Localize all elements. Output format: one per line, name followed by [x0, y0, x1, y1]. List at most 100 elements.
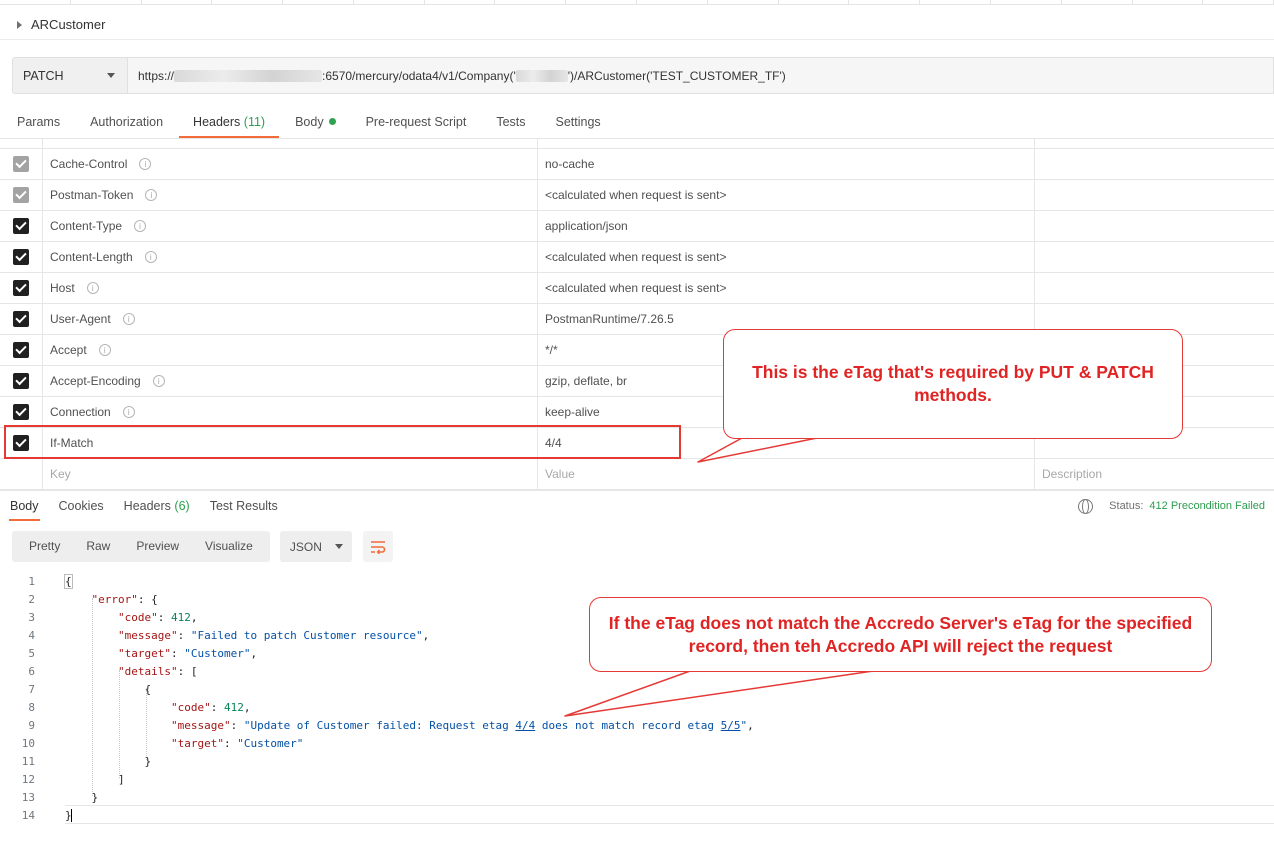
info-icon[interactable]: i — [86, 282, 99, 294]
text-cursor: ​ — [70, 808, 72, 822]
header-key[interactable]: Content-Type i — [43, 211, 538, 241]
header-key[interactable]: Content-Length i — [43, 242, 538, 272]
request-tab[interactable] — [353, 0, 425, 5]
header-checkbox[interactable] — [13, 156, 29, 172]
header-checkbox[interactable] — [13, 404, 29, 420]
header-value[interactable]: <calculated when request is sent> — [538, 180, 1035, 210]
tab-prerequest-script[interactable]: Pre-request Script — [366, 107, 467, 139]
request-tab[interactable] — [212, 0, 284, 5]
request-tab[interactable] — [495, 0, 567, 5]
request-tab[interactable] — [778, 0, 850, 5]
header-key[interactable]: Cache-Control i — [43, 149, 538, 179]
language-select[interactable]: JSON — [279, 531, 352, 562]
visualize-button[interactable]: Visualize — [192, 531, 266, 562]
header-key-text: Accept — [50, 343, 87, 357]
tab-settings[interactable]: Settings — [556, 107, 601, 139]
preview-button[interactable]: Preview — [123, 531, 192, 562]
tab-cookies[interactable]: Cookies — [59, 491, 104, 521]
request-tab[interactable] — [1132, 0, 1204, 5]
header-key[interactable]: Accept i — [43, 335, 538, 365]
request-title[interactable]: ARCustomer — [31, 17, 105, 32]
header-checkbox[interactable] — [13, 342, 29, 358]
json-number: 412 — [170, 610, 191, 624]
url-input[interactable]: https://:6570/mercury/odata4/v1/Company(… — [128, 57, 1274, 94]
request-title-bar: ARCustomer — [0, 10, 1274, 40]
wrap-lines-button[interactable] — [362, 531, 393, 562]
code-text: } — [144, 754, 152, 768]
header-value[interactable]: <calculated when request is sent> — [538, 273, 1035, 303]
tab-response-headers[interactable]: Headers (6) — [124, 491, 190, 521]
info-icon[interactable]: i — [139, 158, 152, 170]
request-tab[interactable] — [990, 0, 1062, 5]
info-icon[interactable]: i — [152, 375, 165, 387]
request-tab[interactable] — [1203, 0, 1274, 5]
status-label: Status: — [1109, 500, 1144, 512]
header-key[interactable]: Connection i — [43, 397, 538, 427]
tab-body[interactable]: Body — [295, 107, 336, 139]
header-key[interactable]: Accept-Encoding i — [43, 366, 538, 396]
new-description-input[interactable]: Description — [1035, 459, 1274, 489]
info-icon[interactable]: i — [145, 189, 158, 201]
code-text: { — [144, 682, 152, 696]
request-tab[interactable] — [0, 0, 71, 5]
request-tab[interactable] — [707, 0, 779, 5]
header-checkbox[interactable] — [13, 187, 29, 203]
tab-response-body[interactable]: Body — [9, 491, 39, 521]
etag-annotation: This is the eTag that's required by PUT … — [723, 329, 1183, 439]
request-tab[interactable] — [566, 0, 638, 5]
request-tab[interactable] — [920, 0, 991, 5]
table-row: Postman-Token i <calculated when request … — [0, 180, 1274, 211]
header-checkbox[interactable] — [13, 218, 29, 234]
request-tab[interactable] — [141, 0, 213, 5]
header-key[interactable]: Postman-Token i — [43, 180, 538, 210]
header-description[interactable] — [1035, 180, 1274, 210]
tab-test-results[interactable]: Test Results — [210, 491, 278, 521]
info-icon[interactable]: i — [98, 344, 111, 356]
table-row: Content-Type i application/json — [0, 211, 1274, 242]
header-checkbox[interactable] — [13, 249, 29, 265]
caret-right-icon[interactable] — [17, 20, 22, 29]
header-value[interactable]: application/json — [538, 211, 1035, 241]
header-checkbox[interactable] — [13, 280, 29, 296]
header-value[interactable]: no-cache — [538, 149, 1035, 179]
new-key-input[interactable]: Key — [43, 459, 538, 489]
header-checkbox[interactable] — [13, 373, 29, 389]
request-tab[interactable] — [849, 0, 921, 5]
json-string: "Failed to patch Customer resource" — [190, 628, 423, 642]
request-tab[interactable] — [70, 0, 142, 5]
json-key: "target" — [170, 736, 224, 750]
tab-tests[interactable]: Tests — [496, 107, 525, 139]
header-checkbox[interactable] — [13, 311, 29, 327]
header-description[interactable] — [1035, 273, 1274, 303]
tab-authorization[interactable]: Authorization — [90, 107, 163, 139]
url-middle: :6570/mercury/odata4/v1/Company(' — [322, 68, 516, 83]
request-tab[interactable] — [637, 0, 708, 5]
tab-response-headers-label: Headers — [123, 498, 171, 513]
info-icon[interactable]: i — [134, 220, 147, 232]
tab-params[interactable]: Params — [17, 107, 60, 139]
tab-headers[interactable]: Headers (11) — [179, 107, 280, 139]
request-tab[interactable] — [1061, 0, 1133, 5]
raw-button[interactable]: Raw — [73, 531, 123, 562]
info-icon[interactable]: i — [144, 251, 157, 263]
method-select[interactable]: PATCH — [12, 57, 128, 94]
header-description[interactable] — [1035, 211, 1274, 241]
header-key[interactable]: User-Agent i — [43, 304, 538, 334]
info-icon[interactable]: i — [122, 406, 135, 418]
header-key[interactable]: Host i — [43, 273, 538, 303]
status-code[interactable]: 412 Precondition Failed — [1149, 500, 1265, 512]
json-key: "target" — [117, 646, 171, 660]
request-tab[interactable] — [424, 0, 496, 5]
header-key-text: Cache-Control — [50, 157, 128, 171]
code-line: 10 "target": "Customer" — [0, 734, 1274, 752]
info-icon[interactable]: i — [122, 313, 135, 325]
header-description[interactable] — [1035, 149, 1274, 179]
language-label: JSON — [289, 539, 322, 554]
header-value[interactable]: <calculated when request is sent> — [538, 242, 1035, 272]
json-number: 412 — [223, 700, 244, 714]
pretty-button[interactable]: Pretty — [16, 531, 73, 562]
globe-icon[interactable] — [1078, 498, 1094, 514]
new-header-row: Key Value Description — [0, 459, 1274, 490]
header-description[interactable] — [1035, 242, 1274, 272]
request-tab[interactable] — [283, 0, 354, 5]
